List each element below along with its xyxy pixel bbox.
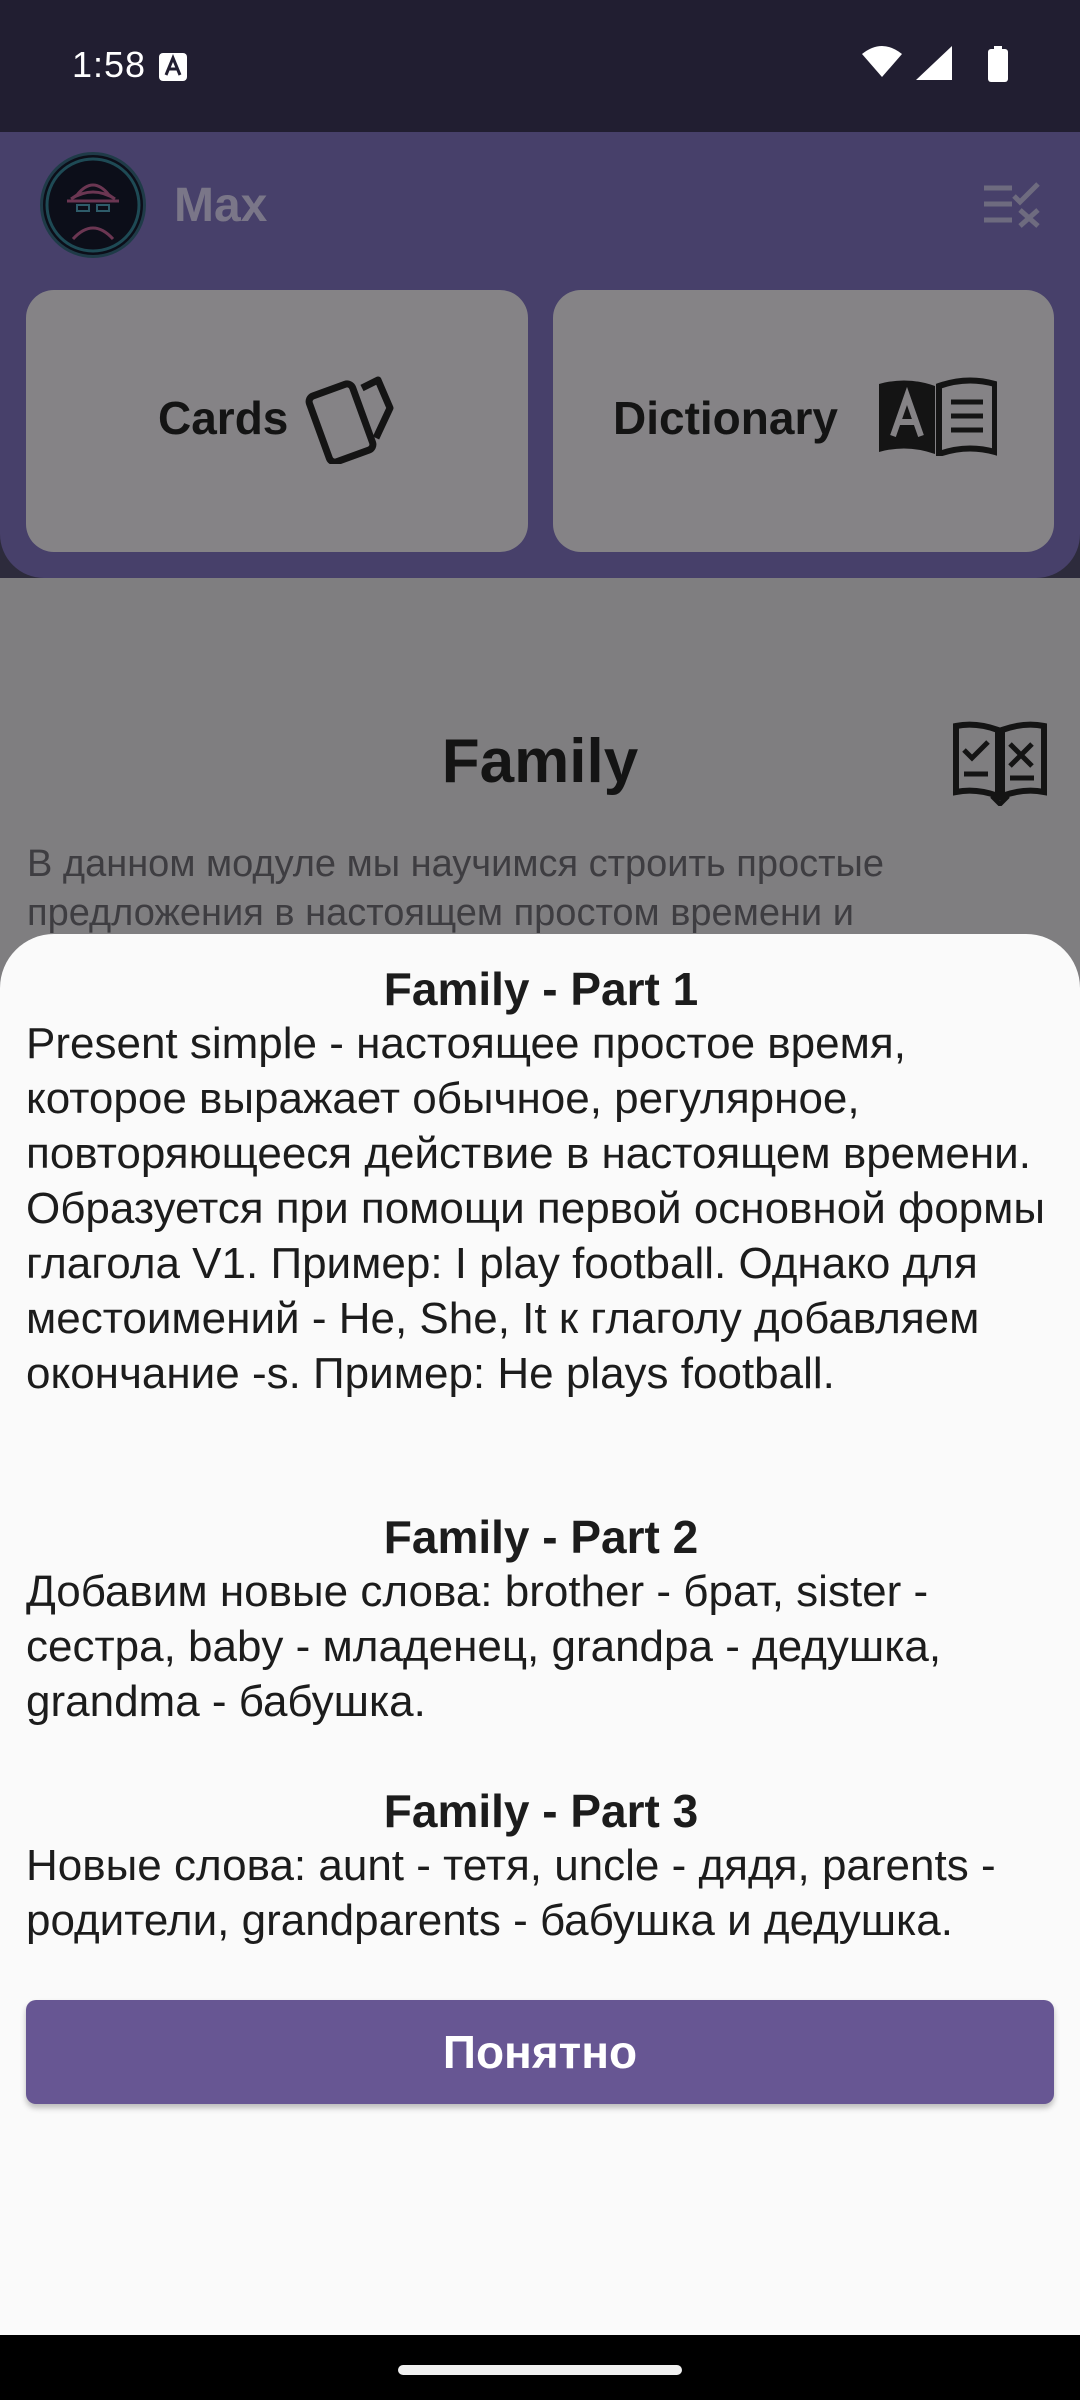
battery-icon bbox=[988, 46, 1008, 82]
book-check-icon[interactable] bbox=[952, 720, 1048, 806]
status-bar: 1:58 bbox=[0, 0, 1080, 132]
part-body: Добавим новые слова: brother - брат, sis… bbox=[26, 1567, 942, 1726]
part-1: Family - Part 1 Present simple - настоящ… bbox=[26, 962, 1056, 1401]
part-body: Present simple - настоящее простое время… bbox=[26, 1019, 1046, 1398]
wifi-icon bbox=[862, 46, 902, 77]
part-title: Family - Part 1 bbox=[383, 963, 699, 1015]
cards-button[interactable]: Cards bbox=[26, 290, 528, 552]
book-a-icon bbox=[879, 377, 997, 456]
part-3: Family - Part 3 Новые слова: aunt - тетя… bbox=[26, 1784, 1056, 1948]
cards-icon bbox=[305, 376, 394, 464]
part-title: Family - Part 2 bbox=[383, 1511, 699, 1563]
cards-label: Cards bbox=[158, 392, 289, 444]
app-header: Max Cards Dictionary bbox=[0, 132, 1080, 578]
navigation-bar bbox=[0, 2335, 1080, 2400]
checklist-close-icon[interactable] bbox=[982, 182, 1042, 228]
module-title: Family bbox=[441, 727, 639, 796]
module-description: В данном модуле мы научимся строить прос… bbox=[27, 843, 884, 934]
user-name: Max bbox=[174, 179, 268, 232]
part-2: Family - Part 2 Добавим новые слова: bro… bbox=[26, 1510, 1056, 1729]
status-time: 1:58 bbox=[72, 44, 147, 85]
dictionary-button[interactable]: Dictionary bbox=[553, 290, 1054, 552]
part-title: Family - Part 3 bbox=[383, 1785, 699, 1837]
dictionary-label: Dictionary bbox=[613, 392, 838, 444]
ok-button[interactable]: Понятно bbox=[26, 2000, 1054, 2104]
text-a-icon bbox=[159, 53, 187, 81]
cellular-signal-icon bbox=[916, 46, 952, 80]
part-body: Новые слова: aunt - тетя, uncle - дядя, … bbox=[26, 1841, 996, 1945]
avatar[interactable] bbox=[40, 152, 146, 258]
info-bottom-sheet: Family - Part 1 Present simple - настоящ… bbox=[0, 934, 1080, 2335]
spy-avatar-icon bbox=[45, 157, 141, 253]
home-indicator[interactable] bbox=[398, 2365, 682, 2375]
